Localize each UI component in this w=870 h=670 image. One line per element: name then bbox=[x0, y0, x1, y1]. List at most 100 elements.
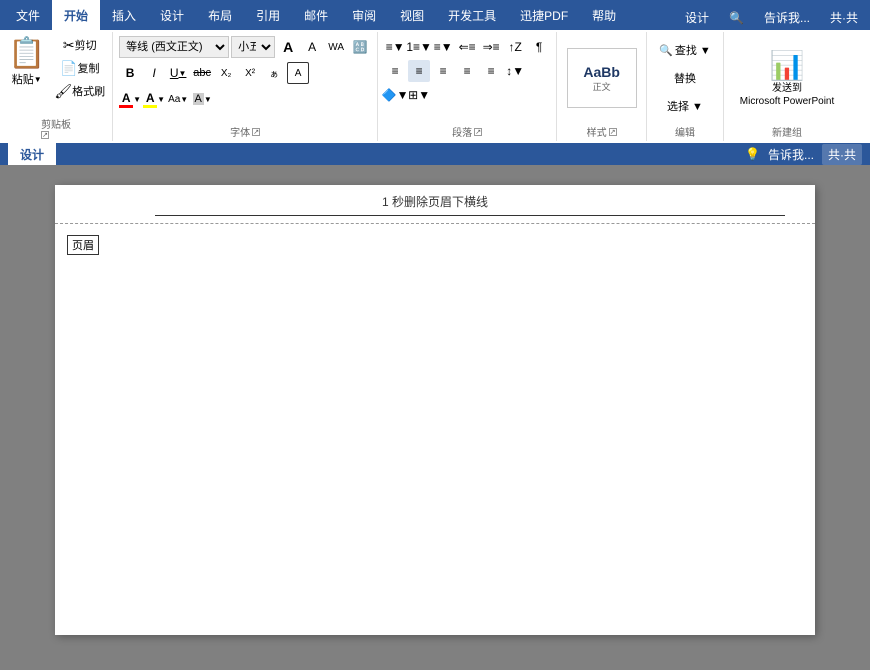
justify-button[interactable]: ≡ bbox=[456, 60, 478, 82]
underline-button[interactable]: U▼ bbox=[167, 62, 189, 84]
document-page: 1 秒删除页眉下横线 页眉 bbox=[55, 185, 815, 635]
font-row3: A ▼ A ▼ Aa▼ A ▼ bbox=[119, 88, 371, 110]
tab-references[interactable]: 引用 bbox=[244, 0, 292, 30]
strikethrough-button[interactable]: abc bbox=[191, 62, 213, 84]
sort-button[interactable]: ↑Z bbox=[504, 36, 526, 58]
wubi-button[interactable]: WA bbox=[325, 36, 347, 58]
header-instruction-text: 1 秒删除页眉下横线 bbox=[155, 185, 715, 210]
paste-label: 粘贴▼ bbox=[12, 71, 42, 87]
powerpoint-label: 发送到Microsoft PowerPoint bbox=[740, 82, 834, 108]
superscript-button[interactable]: X² bbox=[239, 62, 261, 84]
tell-me-text[interactable]: 告诉我... bbox=[756, 5, 818, 30]
paragraph-label: 段落 ↗ bbox=[452, 122, 482, 139]
tab-developer[interactable]: 开发工具 bbox=[436, 0, 508, 30]
tell-me-label[interactable]: 告诉我... bbox=[768, 146, 814, 163]
font-group: 等线 (西文正文) 小五 A A WA 🔠 B I U▼ abc X₂ X² ぁ bbox=[113, 32, 378, 141]
font-shrink-button[interactable]: A bbox=[301, 36, 323, 58]
phonetic-button[interactable]: ぁ bbox=[263, 62, 285, 84]
char-border-button[interactable]: A bbox=[287, 62, 309, 84]
case-button[interactable]: Aa▼ bbox=[167, 88, 189, 110]
tell-me-icon[interactable]: 🔍 bbox=[721, 7, 752, 29]
multilevel-button[interactable]: ≡▼ bbox=[432, 36, 454, 58]
header-underline-solid bbox=[155, 215, 785, 216]
clipboard-group: 📋 粘贴▼ ✂ 剪切 📄 复制 bbox=[0, 32, 113, 141]
cut-button[interactable]: ✂ 剪切 bbox=[51, 34, 108, 56]
increase-indent-button[interactable]: ⇒≡ bbox=[480, 36, 502, 58]
tab-design-right[interactable]: 设计 bbox=[677, 5, 717, 30]
align-center-button[interactable]: ≡ bbox=[408, 60, 430, 82]
clipboard-small-buttons: ✂ 剪切 📄 复制 🖌 格式刷 bbox=[51, 34, 108, 102]
send-to-powerpoint-button[interactable]: 📊 发送到Microsoft PowerPoint bbox=[732, 45, 842, 112]
line-spacing-button[interactable]: ↕▼ bbox=[504, 60, 526, 82]
decrease-indent-button[interactable]: ⇐≡ bbox=[456, 36, 478, 58]
clipboard-group-content: 📋 粘贴▼ ✂ 剪切 📄 复制 bbox=[4, 34, 108, 114]
styles-label: 样式 ↗ bbox=[587, 122, 617, 139]
align-left-button[interactable]: ≡ bbox=[384, 60, 406, 82]
paste-button[interactable]: 📋 粘贴▼ bbox=[4, 34, 49, 89]
ribbon-content: 📋 粘贴▼ ✂ 剪切 📄 复制 bbox=[0, 30, 870, 143]
styles-preview[interactable]: AaBb 正文 bbox=[567, 48, 637, 108]
tab-pdf[interactable]: 迅捷PDF bbox=[508, 0, 580, 30]
tab-mail[interactable]: 邮件 bbox=[292, 0, 340, 30]
powerpoint-content: 📊 发送到Microsoft PowerPoint bbox=[728, 34, 846, 122]
subscript-button[interactable]: X₂ bbox=[215, 62, 237, 84]
font-row1: 等线 (西文正文) 小五 A A WA 🔠 bbox=[119, 36, 371, 58]
format-painter-button[interactable]: 🖌 格式刷 bbox=[51, 80, 108, 102]
ribbon-tab-bar: 文件 开始 插入 设计 布局 引用 邮件 审阅 视图 开发工具 迅捷PDF 帮助… bbox=[0, 0, 870, 30]
user-icon[interactable]: 共·共 bbox=[822, 144, 862, 165]
font-label: 字体 ↗ bbox=[230, 122, 260, 139]
design-active-tab[interactable]: 设计 bbox=[8, 143, 56, 165]
copy-button[interactable]: 📄 复制 bbox=[51, 57, 108, 79]
design-tab-bar: 设计 💡 告诉我... 共·共 bbox=[0, 143, 870, 165]
align-right-button[interactable]: ≡ bbox=[432, 60, 454, 82]
lightbulb-icon[interactable]: 💡 bbox=[745, 147, 760, 161]
char-shading-button[interactable]: A ▼ bbox=[191, 88, 213, 110]
tab-file[interactable]: 文件 bbox=[4, 0, 52, 30]
bold-button[interactable]: B bbox=[119, 62, 141, 84]
tab-design[interactable]: 设计 bbox=[148, 0, 196, 30]
italic-button[interactable]: I bbox=[143, 62, 165, 84]
edit-content: 🔍查找 ▼ 替换 选择 ▼ bbox=[651, 34, 719, 122]
clipboard-buttons: 📋 粘贴▼ ✂ 剪切 📄 复制 bbox=[4, 34, 108, 102]
paragraph-group: ≡▼ 1≡▼ ≡▼ ⇐≡ ⇒≡ ↑Z ¶ ≡ ≡ ≡ ≡ ≡ ↕▼ 🔷▼ ⊞▼ bbox=[378, 32, 557, 141]
paragraph-expand[interactable]: ↗ bbox=[474, 128, 482, 136]
tab-layout[interactable]: 布局 bbox=[196, 0, 244, 30]
show-marks-button[interactable]: ¶ bbox=[528, 36, 550, 58]
border-button[interactable]: ⊞▼ bbox=[408, 84, 430, 106]
para-row1: ≡▼ 1≡▼ ≡▼ ⇐≡ ⇒≡ ↑Z ¶ bbox=[384, 36, 550, 58]
styles-expand[interactable]: ↗ bbox=[609, 128, 617, 136]
clear-format-button[interactable]: 🔠 bbox=[349, 36, 371, 58]
select-button[interactable]: 选择 ▼ bbox=[663, 94, 707, 118]
edit-group: 🔍查找 ▼ 替换 选择 ▼ 编辑 bbox=[647, 32, 724, 141]
powerpoint-icon: 📊 bbox=[770, 49, 805, 82]
bullets-button[interactable]: ≡▼ bbox=[384, 36, 406, 58]
clipboard-expand[interactable]: ↗ bbox=[41, 131, 49, 139]
distribute-button[interactable]: ≡ bbox=[480, 60, 502, 82]
font-size-select[interactable]: 小五 bbox=[231, 36, 275, 58]
styles-group: AaBb 正文 样式 ↗ bbox=[557, 32, 647, 141]
document-area: 1 秒删除页眉下横线 页眉 bbox=[0, 165, 870, 670]
edit-label: 编辑 bbox=[675, 122, 695, 139]
tab-home[interactable]: 开始 bbox=[52, 0, 100, 30]
font-expand[interactable]: ↗ bbox=[252, 128, 260, 136]
tab-help[interactable]: 帮助 bbox=[580, 0, 628, 30]
paste-icon: 📋 bbox=[8, 36, 45, 71]
font-grow-button[interactable]: A bbox=[277, 36, 299, 58]
user-account[interactable]: 共·共 bbox=[822, 5, 866, 30]
find-button[interactable]: 🔍查找 ▼ bbox=[655, 38, 715, 62]
tab-view[interactable]: 视图 bbox=[388, 0, 436, 30]
para-row3: 🔷▼ ⊞▼ bbox=[384, 84, 550, 106]
tab-review[interactable]: 审阅 bbox=[340, 0, 388, 30]
font-row2: B I U▼ abc X₂ X² ぁ A bbox=[119, 62, 371, 84]
tab-insert[interactable]: 插入 bbox=[100, 0, 148, 30]
font-family-select[interactable]: 等线 (西文正文) bbox=[119, 36, 229, 58]
new-group: 📊 发送到Microsoft PowerPoint 新建组 bbox=[724, 32, 850, 141]
numbering-button[interactable]: 1≡▼ bbox=[408, 36, 430, 58]
font-color-button[interactable]: A ▼ bbox=[119, 88, 141, 110]
replace-button[interactable]: 替换 bbox=[670, 66, 700, 90]
styles-content: AaBb 正文 bbox=[563, 34, 641, 122]
new-group-label: 新建组 bbox=[772, 122, 802, 139]
para-row2: ≡ ≡ ≡ ≡ ≡ ↕▼ bbox=[384, 60, 550, 82]
shading-button[interactable]: 🔷▼ bbox=[384, 84, 406, 106]
highlight-button[interactable]: A ▼ bbox=[143, 88, 165, 110]
